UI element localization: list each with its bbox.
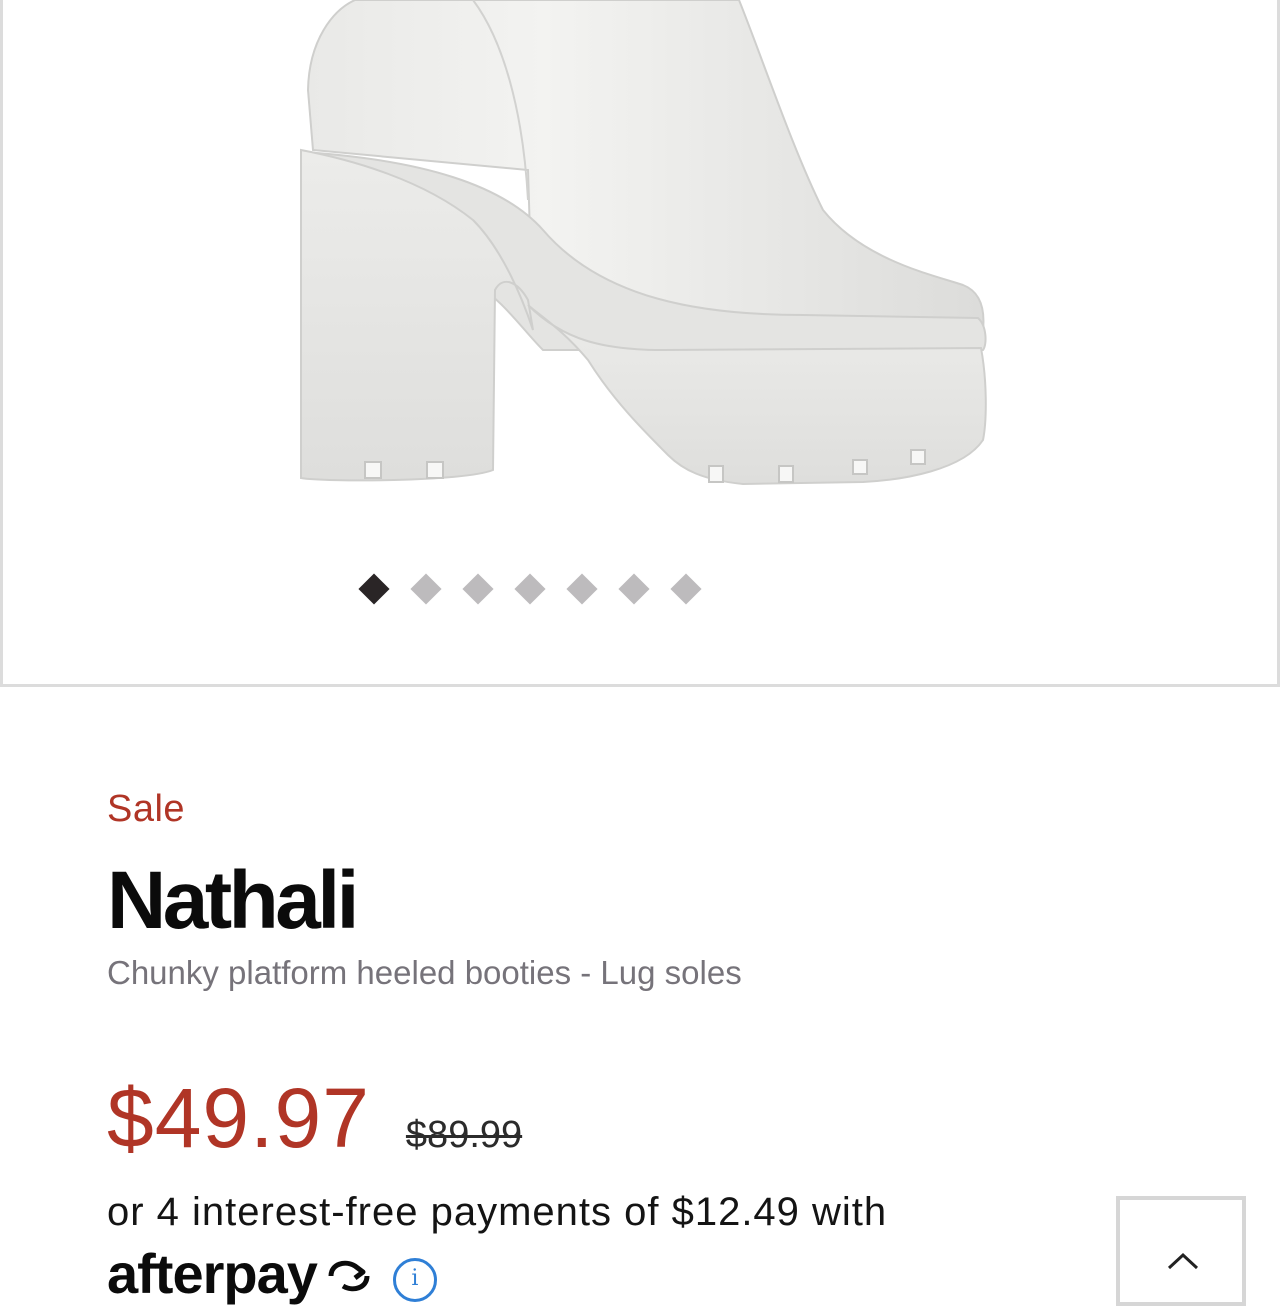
sale-price: $49.97 [107, 1071, 370, 1165]
price-row: $49.97 $89.99 [107, 1070, 522, 1167]
gallery-dot-3[interactable] [462, 573, 494, 605]
original-price: $89.99 [405, 1114, 523, 1156]
product-title: Nathali [107, 855, 359, 946]
gallery-dot-1[interactable] [358, 573, 390, 605]
back-to-top-button[interactable] [1116, 1196, 1246, 1306]
gallery-dot-5[interactable] [566, 573, 598, 605]
product-description: Chunky platform heeled booties - Lug sol… [107, 954, 742, 991]
sale-badge: Sale [107, 788, 186, 830]
product-image-gallery[interactable] [0, 0, 1280, 687]
chevron-up-icon [1167, 1252, 1199, 1270]
afterpay-row: afterpay i [107, 1246, 437, 1306]
gallery-dot-7[interactable] [670, 573, 702, 605]
gallery-dot-6[interactable] [618, 573, 650, 605]
gallery-dot-4[interactable] [514, 573, 546, 605]
gallery-dot-2[interactable] [410, 573, 442, 605]
info-icon[interactable]: i [392, 1258, 437, 1302]
afterpay-arrows-icon [328, 1260, 370, 1292]
installments-text: or 4 interest-free payments of $12.49 wi… [107, 1190, 888, 1234]
gallery-pagination [358, 572, 727, 606]
afterpay-logo: afterpay [107, 1242, 318, 1305]
